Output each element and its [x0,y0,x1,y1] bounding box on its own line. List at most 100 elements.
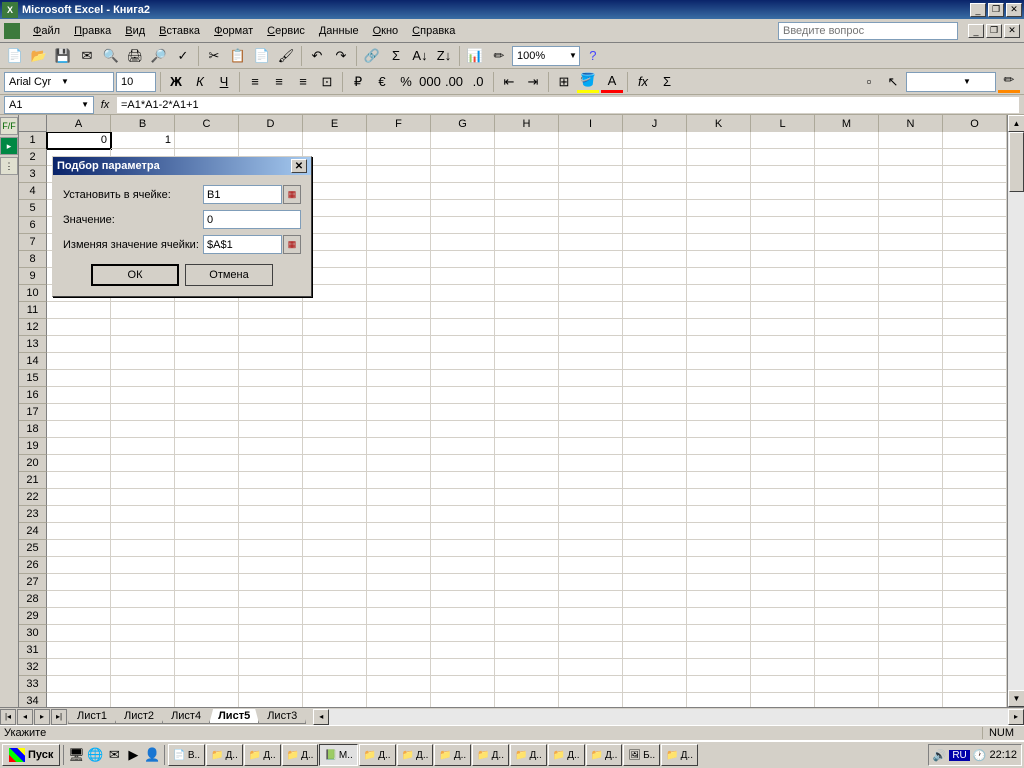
cell[interactable] [367,659,431,676]
cell[interactable] [303,455,367,472]
cell[interactable] [47,676,111,693]
cell[interactable] [623,353,687,370]
cell[interactable] [431,302,495,319]
taskbar-task[interactable]: 📁Д.. [548,744,585,766]
cell[interactable] [111,472,175,489]
cell[interactable] [815,625,879,642]
cell[interactable] [431,455,495,472]
cell[interactable] [431,625,495,642]
cell[interactable] [943,166,1007,183]
cell[interactable] [175,455,239,472]
cell[interactable] [111,693,175,707]
cell[interactable] [751,353,815,370]
column-header[interactable]: N [879,115,943,132]
cell[interactable] [367,591,431,608]
cell[interactable] [879,166,943,183]
cell[interactable] [367,251,431,268]
cell[interactable] [687,285,751,302]
draw-menu-icon[interactable]: ▫ [858,71,880,93]
cell[interactable] [879,132,943,149]
cell[interactable] [175,353,239,370]
cell[interactable] [751,506,815,523]
cell[interactable] [431,421,495,438]
cell[interactable] [303,523,367,540]
cell[interactable] [559,557,623,574]
cell[interactable] [111,404,175,421]
tab-nav-last-icon[interactable]: ▸| [51,709,67,725]
cell[interactable] [687,370,751,387]
cell[interactable] [175,659,239,676]
paste-icon[interactable]: 📄 [251,45,273,67]
cell[interactable] [239,574,303,591]
cell[interactable] [47,625,111,642]
cell[interactable] [687,591,751,608]
cell[interactable] [303,234,367,251]
cell[interactable] [431,370,495,387]
cell[interactable] [815,591,879,608]
cell[interactable] [175,438,239,455]
dialog-close-button[interactable]: ✕ [291,159,307,173]
formula-input[interactable]: =A1*A1-2*A1+1 [116,96,1020,114]
cell[interactable] [623,438,687,455]
cell[interactable] [687,132,751,149]
cell[interactable] [239,642,303,659]
taskbar-task[interactable]: 📁Д.. [397,744,434,766]
cell[interactable] [623,234,687,251]
cell[interactable] [623,336,687,353]
cell[interactable] [303,336,367,353]
cell[interactable] [47,659,111,676]
cell[interactable] [303,591,367,608]
cell[interactable] [623,132,687,149]
scroll-left-icon[interactable]: ◂ [313,709,329,725]
cell[interactable] [111,455,175,472]
cell[interactable] [111,438,175,455]
cell[interactable] [623,200,687,217]
cell[interactable] [431,200,495,217]
cell[interactable] [687,234,751,251]
select-arrow-icon[interactable]: ↖ [882,71,904,93]
cell[interactable] [559,523,623,540]
menu-формат[interactable]: Формат [207,23,260,39]
column-header[interactable]: A [47,115,111,132]
cell[interactable] [623,166,687,183]
cell[interactable] [367,608,431,625]
cell[interactable] [751,540,815,557]
cell[interactable] [751,625,815,642]
cell[interactable] [495,336,559,353]
autosum-icon[interactable]: Σ [385,45,407,67]
cell[interactable] [431,574,495,591]
save-icon[interactable]: 💾 [52,45,74,67]
cell[interactable] [815,676,879,693]
cell[interactable] [431,319,495,336]
cell[interactable] [943,319,1007,336]
cell[interactable] [751,557,815,574]
cell[interactable] [879,625,943,642]
cell[interactable] [623,387,687,404]
cell[interactable] [687,540,751,557]
cell[interactable] [175,591,239,608]
search-icon[interactable]: 🔍 [100,45,122,67]
cell[interactable] [303,319,367,336]
cell[interactable] [111,489,175,506]
print-icon[interactable]: 🖨 [124,45,146,67]
cell[interactable] [47,387,111,404]
cell[interactable] [367,183,431,200]
cell[interactable] [495,625,559,642]
cell[interactable] [367,574,431,591]
ql-desktop-icon[interactable]: 🖥 [67,745,85,765]
tray-icon-1[interactable]: 🔊 [933,749,947,762]
cell[interactable] [111,540,175,557]
cell[interactable] [815,234,879,251]
underline-icon[interactable]: Ч [213,71,235,93]
cell[interactable] [303,217,367,234]
cell[interactable] [623,523,687,540]
cell[interactable] [303,676,367,693]
preview-icon[interactable]: 🔎 [148,45,170,67]
cell[interactable] [943,455,1007,472]
cell[interactable] [367,438,431,455]
cell[interactable] [175,608,239,625]
cell[interactable] [815,183,879,200]
cell[interactable] [879,591,943,608]
cell[interactable] [943,506,1007,523]
cell[interactable] [623,693,687,707]
